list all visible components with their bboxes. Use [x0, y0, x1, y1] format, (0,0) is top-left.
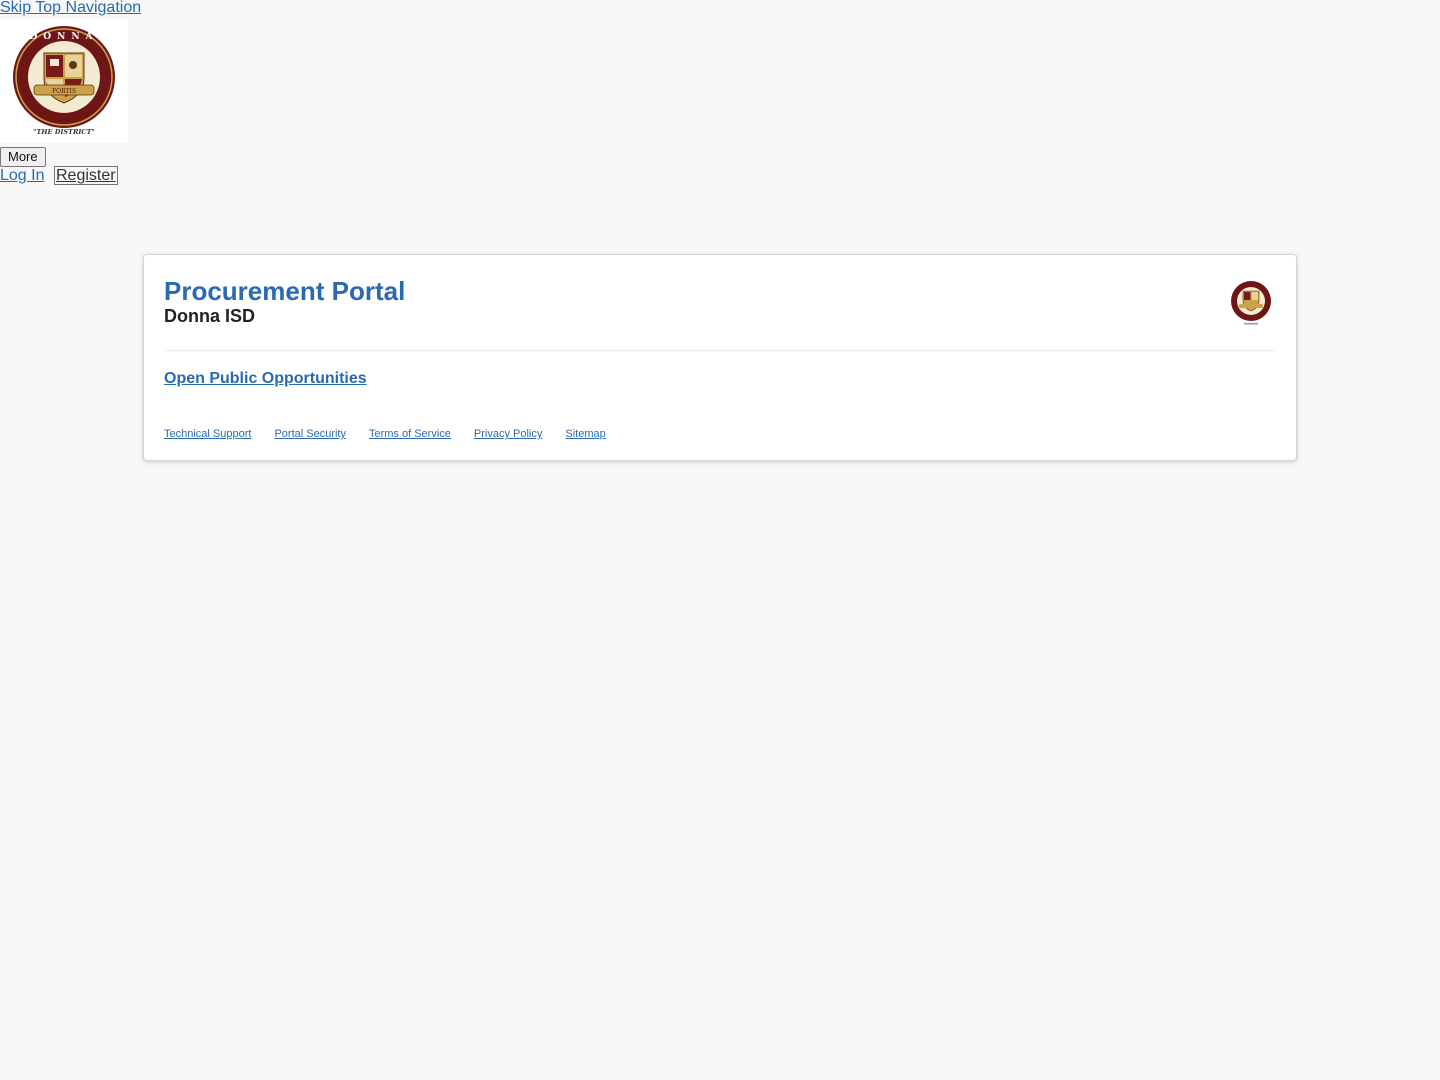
portal-security-link[interactable]: Portal Security: [274, 427, 346, 441]
divider: [164, 350, 1276, 351]
privacy-policy-link[interactable]: Privacy Policy: [474, 427, 542, 441]
svg-text:DONNA: DONNA: [29, 32, 98, 42]
footer-links: Technical Support Portal Security Terms …: [164, 427, 606, 441]
svg-text:FORTIS: FORTIS: [52, 88, 76, 95]
organization-logo: [1229, 280, 1273, 326]
portal-card: Procurement Portal Donna ISD Open Public…: [143, 254, 1297, 461]
sitemap-link[interactable]: Sitemap: [565, 427, 605, 441]
terms-of-service-link[interactable]: Terms of Service: [369, 427, 451, 441]
page-title: Procurement Portal: [164, 276, 406, 306]
open-public-opportunities-link[interactable]: Open Public Opportunities: [164, 369, 367, 389]
donna-isd-crest-icon: [1231, 281, 1271, 325]
svg-text:"THE DISTRICT": "THE DISTRICT": [33, 128, 95, 136]
more-button[interactable]: More: [0, 147, 46, 167]
organization-name: Donna ISD: [164, 306, 256, 326]
register-button[interactable]: Register: [54, 166, 118, 185]
district-logo[interactable]: DONNA FORTIS "THE DISTRICT": [0, 19, 128, 143]
login-link[interactable]: Log In: [0, 166, 44, 186]
skip-top-navigation-link[interactable]: Skip Top Navigation: [0, 0, 141, 18]
donna-isd-crest-icon: DONNA FORTIS "THE DISTRICT": [13, 26, 115, 136]
technical-support-link[interactable]: Technical Support: [164, 427, 251, 441]
